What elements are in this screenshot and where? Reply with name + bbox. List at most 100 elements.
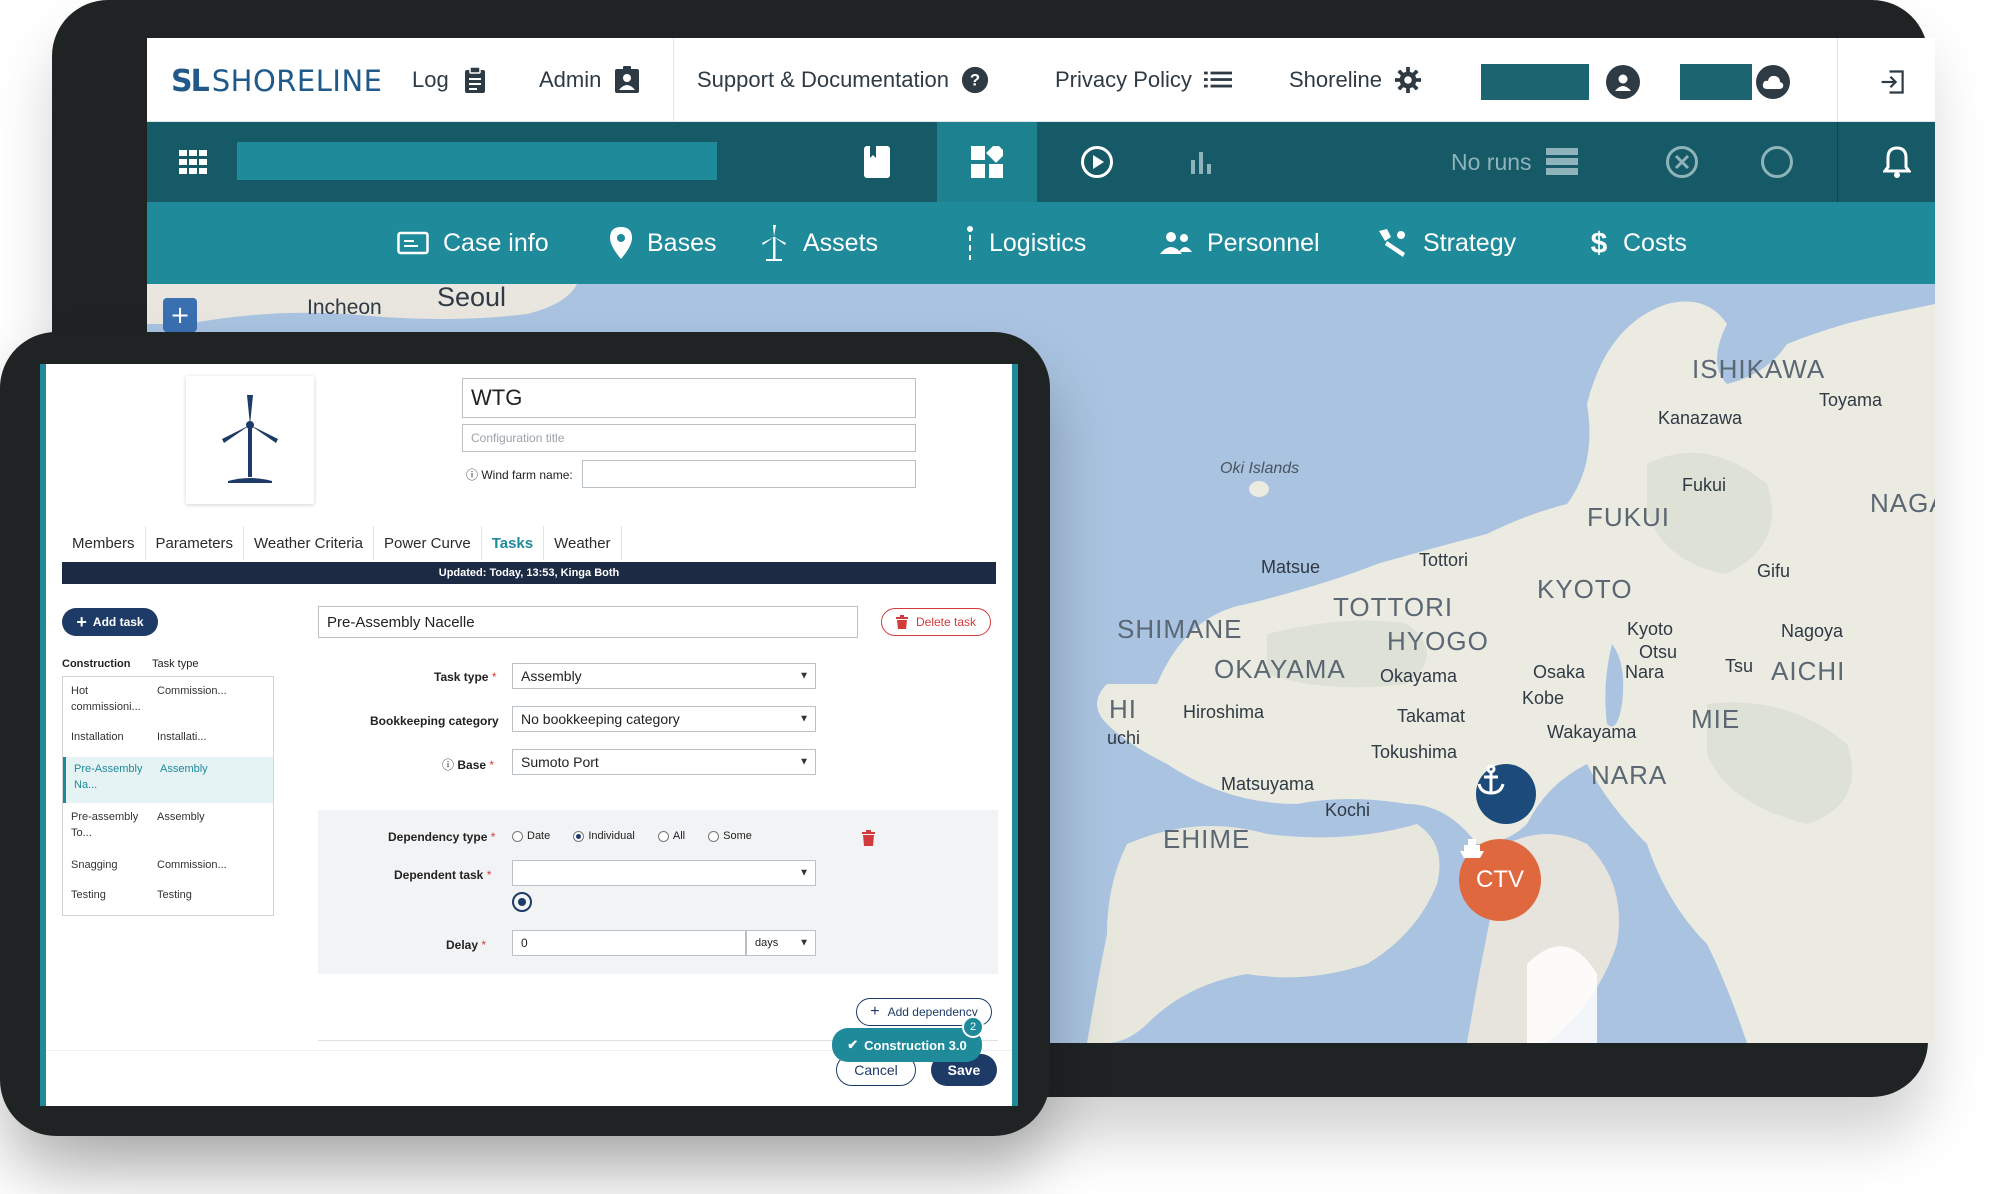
people-icon — [1159, 230, 1193, 256]
map-label: Osaka — [1533, 662, 1586, 682]
help-badge[interactable]: 2 — [962, 1016, 984, 1038]
menu-case-info[interactable]: Case info — [397, 202, 549, 284]
list-item[interactable]: Testing Testing — [63, 887, 273, 909]
status-button[interactable] — [1747, 122, 1807, 202]
nav-shoreline-settings[interactable]: Shoreline — [1289, 60, 1422, 100]
user-icon[interactable] — [1606, 65, 1640, 99]
map-label: FUKUI — [1587, 502, 1670, 532]
nav-admin[interactable]: Admin — [539, 60, 641, 100]
case-name-field[interactable] — [237, 142, 717, 180]
tab-members[interactable]: Members — [62, 526, 146, 560]
id-badge-icon — [613, 66, 641, 94]
svg-text:$: $ — [1591, 227, 1608, 259]
menu-costs[interactable]: $ Costs — [1589, 202, 1687, 284]
nav-privacy-label: Privacy Policy — [1055, 67, 1192, 92]
map-label: Seoul — [437, 284, 507, 312]
menu-personnel[interactable]: Personnel — [1159, 202, 1320, 284]
list-item[interactable]: Pre-assembly To... Assembly — [63, 809, 273, 845]
radio-some[interactable]: Some — [708, 830, 752, 842]
trash-icon — [895, 615, 908, 629]
asset-name-input[interactable]: WTG — [462, 378, 916, 418]
list-item[interactable]: Installation Installati... — [63, 729, 273, 751]
menu-bases-label: Bases — [647, 228, 717, 257]
delete-task-button[interactable]: Delete task — [881, 608, 991, 636]
map-label: Takamat — [1397, 706, 1466, 726]
map-label: Nagoya — [1781, 621, 1844, 641]
menu-strategy[interactable]: Strategy — [1377, 202, 1516, 284]
tab-weather[interactable]: Weather — [544, 526, 622, 560]
map-label: AICHI — [1771, 656, 1846, 686]
bookkeeping-category-select[interactable]: No bookkeeping category ▼ — [512, 706, 816, 732]
delay-unit-select[interactable]: days ▼ — [746, 930, 816, 956]
asset-image[interactable] — [186, 376, 314, 504]
construction-widget[interactable]: ✔ Construction 3.0 — [832, 1028, 982, 1062]
dependent-task-select[interactable]: ▼ — [512, 860, 816, 886]
user-name-field[interactable] — [1481, 64, 1589, 100]
map-label: Fukui — [1682, 475, 1727, 495]
cloud-icon[interactable] — [1756, 65, 1790, 99]
zoom-in-button[interactable]: + — [163, 298, 197, 332]
bell-icon — [1883, 146, 1911, 178]
notifications-button[interactable] — [1867, 122, 1927, 202]
list-icon — [1203, 66, 1232, 94]
logout-icon — [1879, 68, 1907, 96]
map-label: NARA — [1591, 760, 1668, 790]
menu-assets[interactable]: Assets — [759, 202, 878, 284]
delete-dependency-button[interactable] — [862, 830, 875, 850]
map-label: Kanazawa — [1658, 408, 1743, 428]
trash-icon — [862, 830, 875, 846]
results-button[interactable] — [1172, 122, 1232, 202]
apps-grid-button[interactable] — [173, 122, 213, 202]
col-head-task-type: Task type — [152, 658, 199, 670]
runs-status[interactable]: No runs — [1451, 122, 1578, 202]
tab-parameters[interactable]: Parameters — [146, 526, 245, 560]
notebook-button[interactable] — [847, 122, 907, 202]
configuration-title-input[interactable]: Configuration title — [462, 424, 916, 452]
menu-bases[interactable]: Bases — [609, 202, 716, 284]
task-name-input[interactable]: Pre-Assembly Nacelle — [318, 606, 858, 638]
stack-list-icon — [1545, 148, 1578, 175]
case-menu-bar: Case info Bases Assets Logistics Personn… — [147, 202, 1935, 284]
wind-farm-name-input[interactable] — [582, 460, 916, 488]
nav-divider — [673, 38, 674, 122]
shoreline-logo[interactable]: SL SHORELINE — [171, 62, 382, 100]
map-label: Otsu — [1639, 642, 1678, 662]
tab-tasks[interactable]: Tasks — [482, 526, 545, 560]
plus-icon: + — [76, 611, 87, 632]
delay-input[interactable]: 0 — [512, 930, 746, 956]
chevron-down-icon: ▼ — [799, 867, 809, 879]
radio-all[interactable]: All — [657, 830, 685, 842]
map-label: Toyama — [1819, 390, 1883, 410]
cloud-name-field[interactable] — [1680, 64, 1752, 100]
radio-individual[interactable]: Individual — [573, 830, 635, 842]
tab-weather-criteria[interactable]: Weather Criteria — [244, 526, 374, 560]
add-dependent-task-button[interactable] — [512, 892, 532, 912]
map-label: SHIMANE — [1117, 614, 1243, 644]
map-label: Incheon — [307, 296, 382, 319]
radio-date[interactable]: Date — [512, 830, 550, 842]
nav-privacy[interactable]: Privacy Policy — [1055, 60, 1232, 100]
add-task-button[interactable]: + Add task — [62, 608, 158, 636]
info-icon: ⓘ — [466, 468, 479, 482]
logout-button[interactable] — [1867, 62, 1907, 102]
map-label: Matsuyama — [1221, 774, 1315, 794]
base-marker[interactable] — [1476, 764, 1536, 824]
task-type-select[interactable]: Assembly ▼ — [512, 663, 816, 689]
run-button[interactable] — [1067, 122, 1127, 202]
list-item[interactable]: Snagging Commission... — [63, 857, 273, 879]
cancel-run-button[interactable] — [1652, 122, 1712, 202]
map-label: EHIME — [1163, 824, 1251, 854]
nav-log[interactable]: Log — [412, 60, 489, 100]
map-label: OKAYAMA — [1214, 654, 1346, 684]
base-select[interactable]: Sumoto Port ▼ — [512, 749, 816, 775]
menu-logistics[interactable]: Logistics — [965, 202, 1086, 284]
modules-button[interactable] — [937, 122, 1037, 202]
nav-support[interactable]: Support & Documentation ? — [697, 60, 989, 100]
list-item[interactable]: Hot commissioni... Commission... — [63, 683, 273, 719]
no-runs-label: No runs — [1451, 148, 1532, 175]
list-item-selected[interactable]: Pre-Assembly Na... Assembly — [63, 757, 273, 803]
grid-icon — [179, 150, 207, 174]
map-label: ISHIKAWA — [1692, 354, 1826, 384]
ctv-vessel-marker[interactable]: CTV — [1459, 839, 1541, 921]
tab-power-curve[interactable]: Power Curve — [374, 526, 482, 560]
